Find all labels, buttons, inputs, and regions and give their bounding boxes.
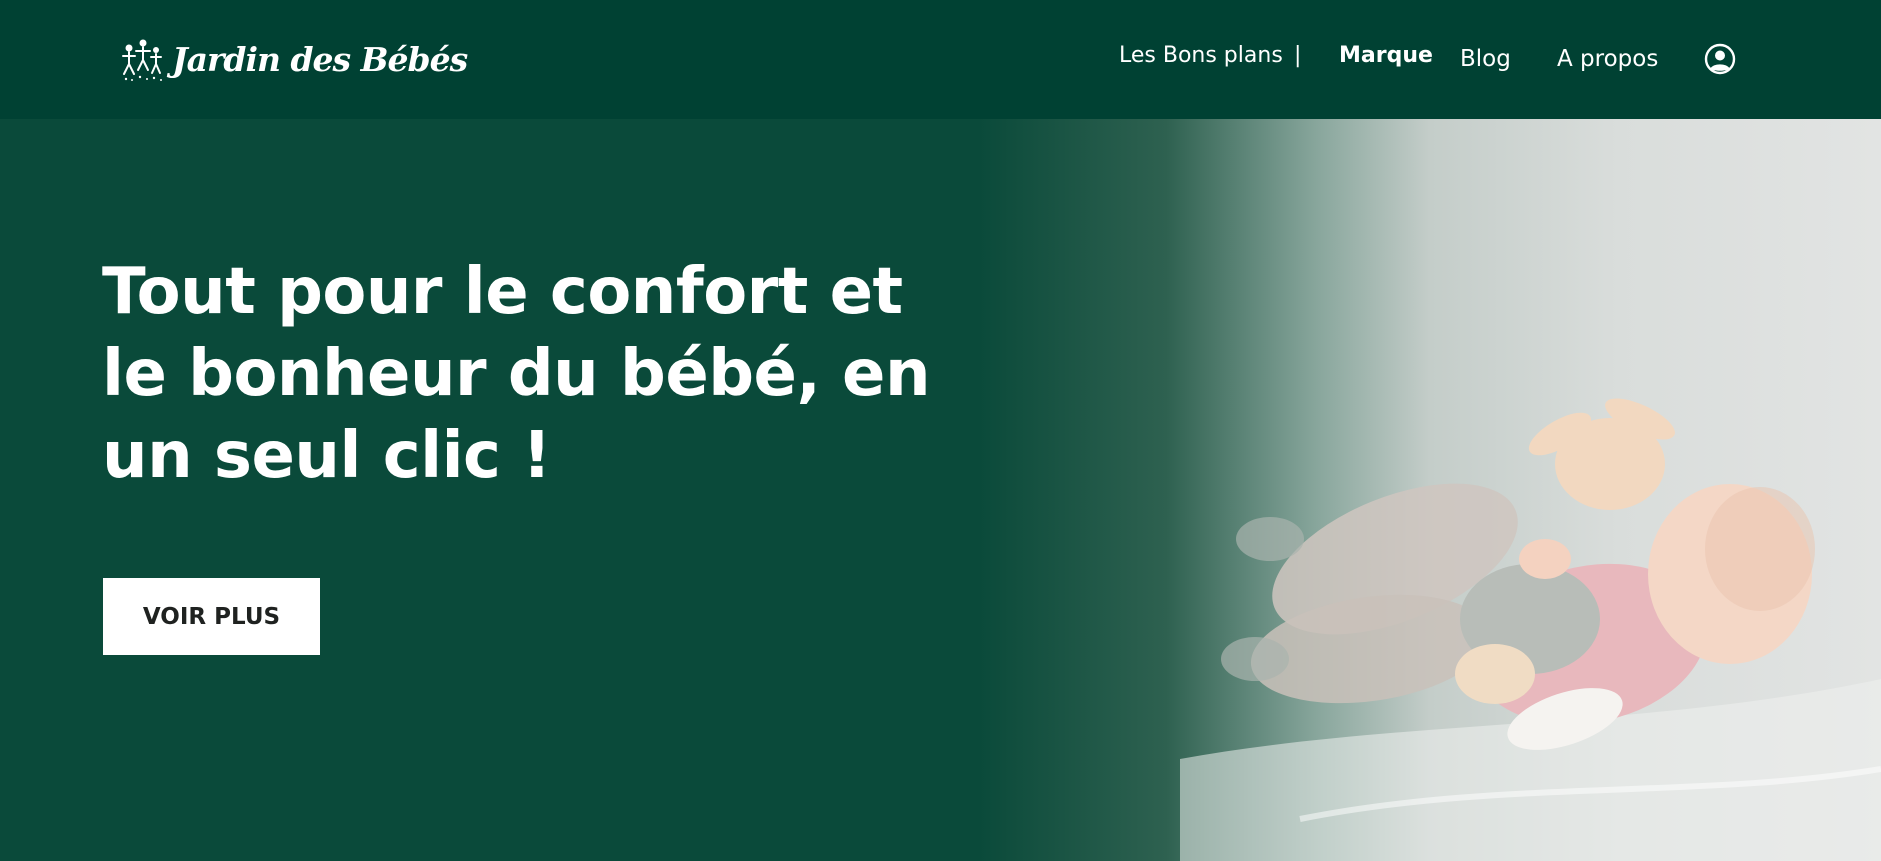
top-navigation-bar: Jardin des Bébés Les Bons plans | Marque… (0, 0, 1881, 119)
family-icon (122, 39, 162, 81)
hero-title: Tout pour le confort et le bonheur du bé… (102, 255, 931, 493)
nav-link-bons-plans[interactable]: Les Bons plans (1119, 43, 1283, 68)
site-logo[interactable]: Jardin des Bébés (120, 34, 468, 84)
user-circle-icon[interactable] (1704, 43, 1736, 75)
nav-link-blog[interactable]: Blog (1460, 46, 1511, 72)
nav-link-marque[interactable]: Marque (1339, 43, 1433, 68)
voir-plus-button[interactable]: VOIR PLUS (103, 578, 320, 655)
hero-banner: Tout pour le confort et le bonheur du bé… (0, 119, 1881, 861)
voir-plus-label: VOIR PLUS (142, 603, 281, 630)
logo-wordmark: Jardin des Bébés (172, 39, 468, 79)
nav-link-a-propos[interactable]: A propos (1557, 46, 1658, 72)
nav-separator: | (1294, 43, 1302, 68)
